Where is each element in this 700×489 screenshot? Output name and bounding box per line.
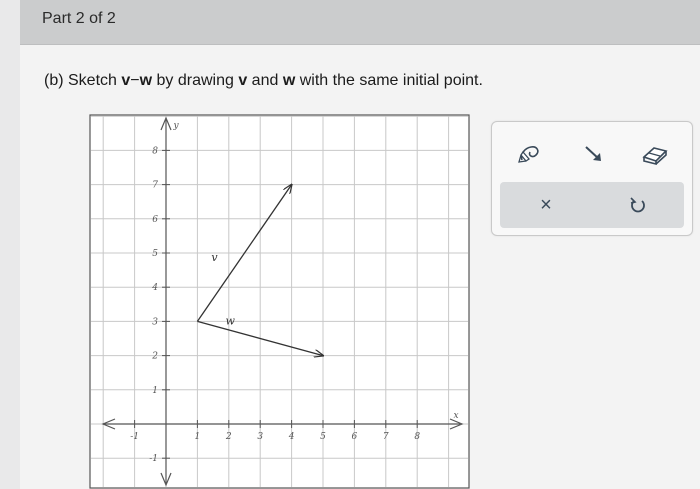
eraser-icon[interactable] bbox=[637, 138, 673, 170]
x-tick-label: 6 bbox=[352, 432, 358, 442]
x-tick-label: 1 bbox=[195, 432, 201, 442]
prompt-minus: − bbox=[130, 72, 140, 89]
x-tick-label: 4 bbox=[288, 432, 295, 442]
question-prompt: (b) Sketch v−w by drawing v and w with t… bbox=[44, 72, 483, 90]
y-tick-label: 2 bbox=[151, 352, 158, 362]
drawing-toolbox: × bbox=[491, 121, 693, 236]
part-title: Part 2 of 2 bbox=[42, 10, 116, 27]
prompt-and: and bbox=[247, 72, 283, 89]
prompt-vector-v2: v bbox=[238, 72, 248, 89]
prompt-vector-v: v bbox=[121, 72, 131, 89]
y-tick-label: 8 bbox=[152, 146, 158, 156]
x-tick-label: 5 bbox=[320, 432, 326, 442]
action-bar: × bbox=[500, 182, 684, 228]
y-tick-label: 6 bbox=[152, 215, 158, 225]
y-tick-label: 3 bbox=[152, 317, 158, 327]
y-tick-label: 1 bbox=[152, 386, 158, 396]
y-tick-label: 5 bbox=[152, 249, 158, 259]
tool-row bbox=[492, 132, 692, 176]
y-tick-label: -1 bbox=[149, 454, 158, 464]
pencil-icon[interactable] bbox=[512, 138, 548, 170]
x-tick-label: -1 bbox=[130, 432, 139, 442]
vector-label-v: v bbox=[211, 251, 218, 264]
vector-arrow-icon[interactable] bbox=[576, 138, 612, 170]
coordinate-grid[interactable]: -1 1 2 3 4 5 6 7 8 -1 1 2 3 4 5 6 7 8 x y v w bbox=[89, 114, 470, 489]
prompt-mid: by drawing bbox=[152, 72, 239, 89]
vector-label-w: w bbox=[225, 315, 235, 328]
clear-x-icon[interactable]: × bbox=[528, 189, 564, 221]
clear-symbol: × bbox=[540, 193, 552, 216]
graph-canvas[interactable]: -1 1 2 3 4 5 6 7 8 -1 1 2 3 4 5 6 7 8 x y v w bbox=[89, 114, 470, 489]
y-tick-label: 7 bbox=[152, 181, 158, 191]
y-tick-label: 4 bbox=[151, 283, 158, 293]
x-tick-label: 7 bbox=[383, 432, 389, 442]
prompt-vector-w2: w bbox=[282, 72, 296, 89]
prompt-vector-w: w bbox=[139, 72, 153, 89]
graph-background bbox=[89, 114, 470, 489]
y-axis-label: y bbox=[172, 121, 179, 131]
x-tick-label: 8 bbox=[414, 432, 420, 442]
prompt-end: with the same initial point. bbox=[295, 72, 483, 89]
part-header: Part 2 of 2 bbox=[20, 0, 700, 45]
x-tick-label: 2 bbox=[225, 432, 232, 442]
x-tick-label: 3 bbox=[257, 432, 263, 442]
prompt-part: (b) Sketch bbox=[44, 72, 122, 89]
x-axis-label: x bbox=[453, 411, 458, 421]
undo-icon[interactable] bbox=[620, 189, 656, 221]
